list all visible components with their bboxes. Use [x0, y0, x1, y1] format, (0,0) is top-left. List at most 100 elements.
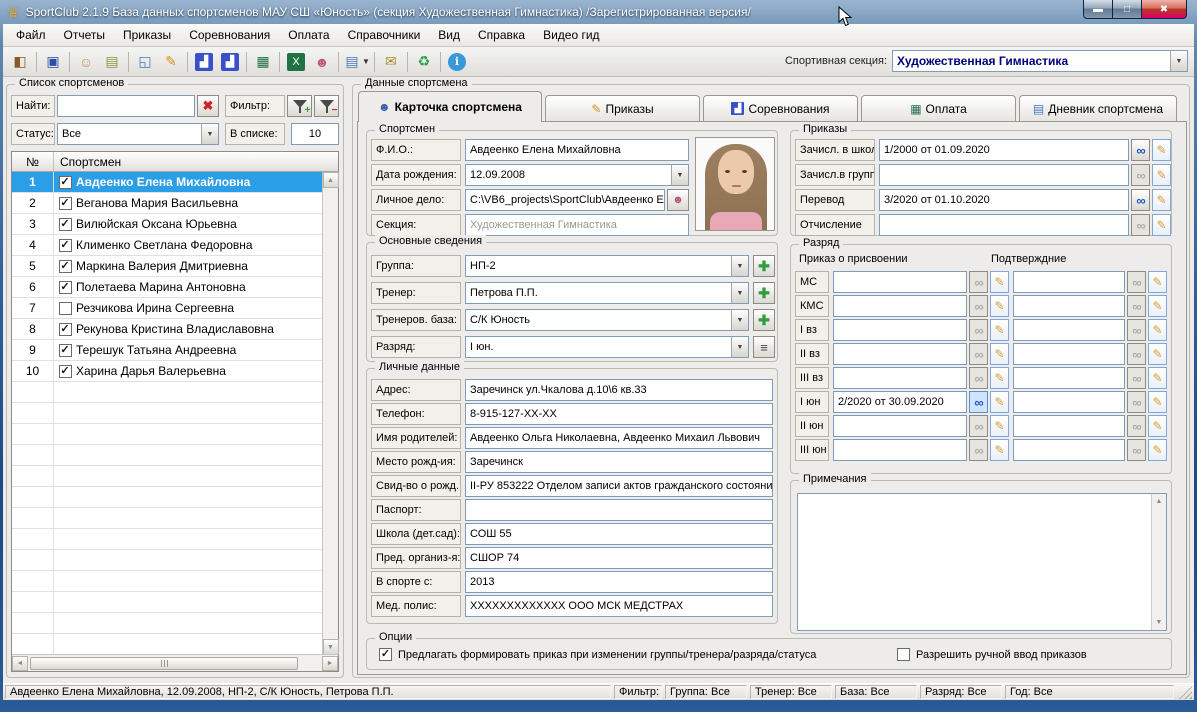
- athlete-checkbox[interactable]: ✓: [59, 218, 72, 231]
- edit-rank-confirm-button[interactable]: ✎: [1148, 295, 1167, 317]
- edit-rank-confirm-button[interactable]: ✎: [1148, 415, 1167, 437]
- athlete-checkbox[interactable]: ✓: [59, 281, 72, 294]
- browse-file-button[interactable]: ☻: [667, 189, 689, 211]
- athlete-checkbox[interactable]: ✓: [59, 197, 72, 210]
- athlete-checkbox[interactable]: ✓: [59, 239, 72, 252]
- clear-search-button[interactable]: ✖: [197, 95, 219, 117]
- text-input[interactable]: [1013, 391, 1125, 413]
- scroll-up-icon[interactable]: ▲: [1152, 494, 1167, 509]
- athlete-checkbox[interactable]: ✓: [59, 344, 72, 357]
- add-athlete-button[interactable]: ☺: [74, 50, 98, 74]
- edit-rank-confirm-button[interactable]: ✎: [1148, 391, 1167, 413]
- edit-rank-confirm-button[interactable]: ✎: [1148, 271, 1167, 293]
- chevron-down-icon[interactable]: ▼: [201, 124, 218, 144]
- sport-section-combo[interactable]: Художественная Гимнастика ▼: [892, 50, 1188, 72]
- text-input[interactable]: [1013, 439, 1125, 461]
- athlete-row[interactable]: 10✓Харина Дарья Валерьевна: [12, 361, 322, 382]
- list-horizontal-scrollbar[interactable]: ◄ ►: [12, 654, 338, 671]
- text-input[interactable]: [1013, 295, 1125, 317]
- edit-rank-order-button[interactable]: ✎: [990, 343, 1009, 365]
- menu-item[interactable]: Видео гид: [534, 25, 608, 45]
- minimize-button[interactable]: ▬: [1083, 0, 1113, 19]
- find-order-button[interactable]: ∞: [1131, 164, 1150, 186]
- athlete-checkbox[interactable]: ✓: [59, 365, 72, 378]
- find-rank-order-button[interactable]: ∞: [969, 319, 988, 341]
- text-input[interactable]: [833, 439, 967, 461]
- combo-box[interactable]: С/К Юность▼: [465, 309, 749, 331]
- find-order-button[interactable]: ∞: [1131, 139, 1150, 161]
- menu-item[interactable]: Справочники: [339, 25, 430, 45]
- scroll-up-icon[interactable]: ▲: [323, 172, 339, 188]
- edit-button[interactable]: ✎: [159, 50, 183, 74]
- text-input[interactable]: СШОР 74: [465, 547, 773, 569]
- chevron-down-icon[interactable]: ▼: [731, 256, 748, 276]
- combo-box[interactable]: I юн.▼: [465, 336, 749, 358]
- find-rank-confirm-button[interactable]: ∞: [1127, 367, 1146, 389]
- text-input[interactable]: [833, 295, 967, 317]
- find-rank-confirm-button[interactable]: ∞: [1127, 439, 1146, 461]
- save-button[interactable]: ▣: [41, 50, 65, 74]
- menu-item[interactable]: Справка: [469, 25, 534, 45]
- menu-item[interactable]: Вид: [429, 25, 469, 45]
- text-input[interactable]: II-РУ 853222 Отделом записи актов гражда…: [465, 475, 773, 497]
- tab-item[interactable]: ▦Оплата: [861, 95, 1016, 121]
- exit-button[interactable]: ◧: [8, 50, 32, 74]
- add-item-button[interactable]: ✚: [753, 282, 775, 304]
- competitions-add-button[interactable]: ▟: [218, 50, 242, 74]
- text-input[interactable]: [465, 499, 773, 521]
- athlete-row[interactable]: 3✓Вилюйская Оксана Юрьевна: [12, 214, 322, 235]
- text-input[interactable]: Заречинск: [465, 451, 773, 473]
- athlete-row[interactable]: 2✓Веганова Мария Васильевна: [12, 193, 322, 214]
- resize-grip[interactable]: [1179, 686, 1192, 699]
- info-button[interactable]: ℹ: [445, 50, 469, 74]
- find-rank-order-button[interactable]: ∞: [969, 439, 988, 461]
- find-rank-order-button[interactable]: ∞: [969, 271, 988, 293]
- find-order-button[interactable]: ∞: [1131, 189, 1150, 211]
- chevron-down-icon[interactable]: ▼: [1170, 51, 1187, 71]
- edit-rank-confirm-button[interactable]: ✎: [1148, 343, 1167, 365]
- text-input[interactable]: 1/2000 от 01.09.2020: [879, 139, 1129, 161]
- text-input[interactable]: [879, 214, 1129, 236]
- option-checkbox[interactable]: ✓: [379, 648, 392, 661]
- edit-rank-order-button[interactable]: ✎: [990, 367, 1009, 389]
- athlete-row[interactable]: 6✓Полетаева Марина Антоновна: [12, 277, 322, 298]
- text-input[interactable]: [833, 319, 967, 341]
- filter-remove-button[interactable]: −: [314, 95, 339, 117]
- column-header-name[interactable]: Спортсмен: [54, 152, 338, 171]
- find-order-button[interactable]: ∞: [1131, 214, 1150, 236]
- athlete-row[interactable]: 7Резчикова Ирина Сергеевна: [12, 298, 322, 319]
- athlete-checkbox[interactable]: ✓: [59, 323, 72, 336]
- close-button[interactable]: ✖: [1141, 0, 1187, 19]
- athlete-row[interactable]: 9✓Терешук Татьяна Андреевна: [12, 340, 322, 361]
- text-input[interactable]: C:\VB6_projects\SportClub\Авдеенко Ел: [465, 189, 665, 211]
- text-input[interactable]: Авдеенко Елена Михайловна: [465, 139, 689, 161]
- combo-box[interactable]: 12.09.2008▼: [465, 164, 689, 186]
- text-input[interactable]: [1013, 319, 1125, 341]
- athlete-card-button[interactable]: ☻: [310, 50, 334, 74]
- chevron-down-icon[interactable]: ▼: [362, 57, 370, 66]
- tab-item[interactable]: ✎Приказы: [545, 95, 700, 121]
- edit-order-button[interactable]: ✎: [1152, 189, 1171, 211]
- text-input[interactable]: Заречинск ул.Чкалова д.10\6 кв.33: [465, 379, 773, 401]
- edit-rank-confirm-button[interactable]: ✎: [1148, 319, 1167, 341]
- chevron-down-icon[interactable]: ▼: [731, 310, 748, 330]
- text-input[interactable]: 3/2020 от 01.10.2020: [879, 189, 1129, 211]
- athlete-row[interactable]: 4✓Клименко Светлана Федоровна: [12, 235, 322, 256]
- send-button[interactable]: ✉: [379, 50, 403, 74]
- athlete-checkbox[interactable]: [59, 302, 72, 315]
- tab-item[interactable]: ▟Соревнования: [703, 95, 858, 121]
- scroll-down-icon[interactable]: ▼: [1152, 615, 1167, 630]
- menu-item[interactable]: Приказы: [114, 25, 180, 45]
- menu-item[interactable]: Соревнования: [180, 25, 279, 45]
- menu-item[interactable]: Оплата: [279, 25, 338, 45]
- list-vertical-scrollbar[interactable]: ▲ ▼: [322, 172, 338, 655]
- scroll-down-icon[interactable]: ▼: [323, 639, 339, 655]
- edit-rank-confirm-button[interactable]: ✎: [1148, 439, 1167, 461]
- find-rank-order-button[interactable]: ∞: [969, 391, 988, 413]
- edit-order-button[interactable]: ✎: [1152, 164, 1171, 186]
- text-input[interactable]: [879, 164, 1129, 186]
- edit-order-button[interactable]: ✎: [1152, 214, 1171, 236]
- edit-rank-order-button[interactable]: ✎: [990, 415, 1009, 437]
- athlete-checkbox[interactable]: ✓: [59, 176, 72, 189]
- text-input[interactable]: XXXXXXXXXXXXX ООО МСК МЕДСТРАХ: [465, 595, 773, 617]
